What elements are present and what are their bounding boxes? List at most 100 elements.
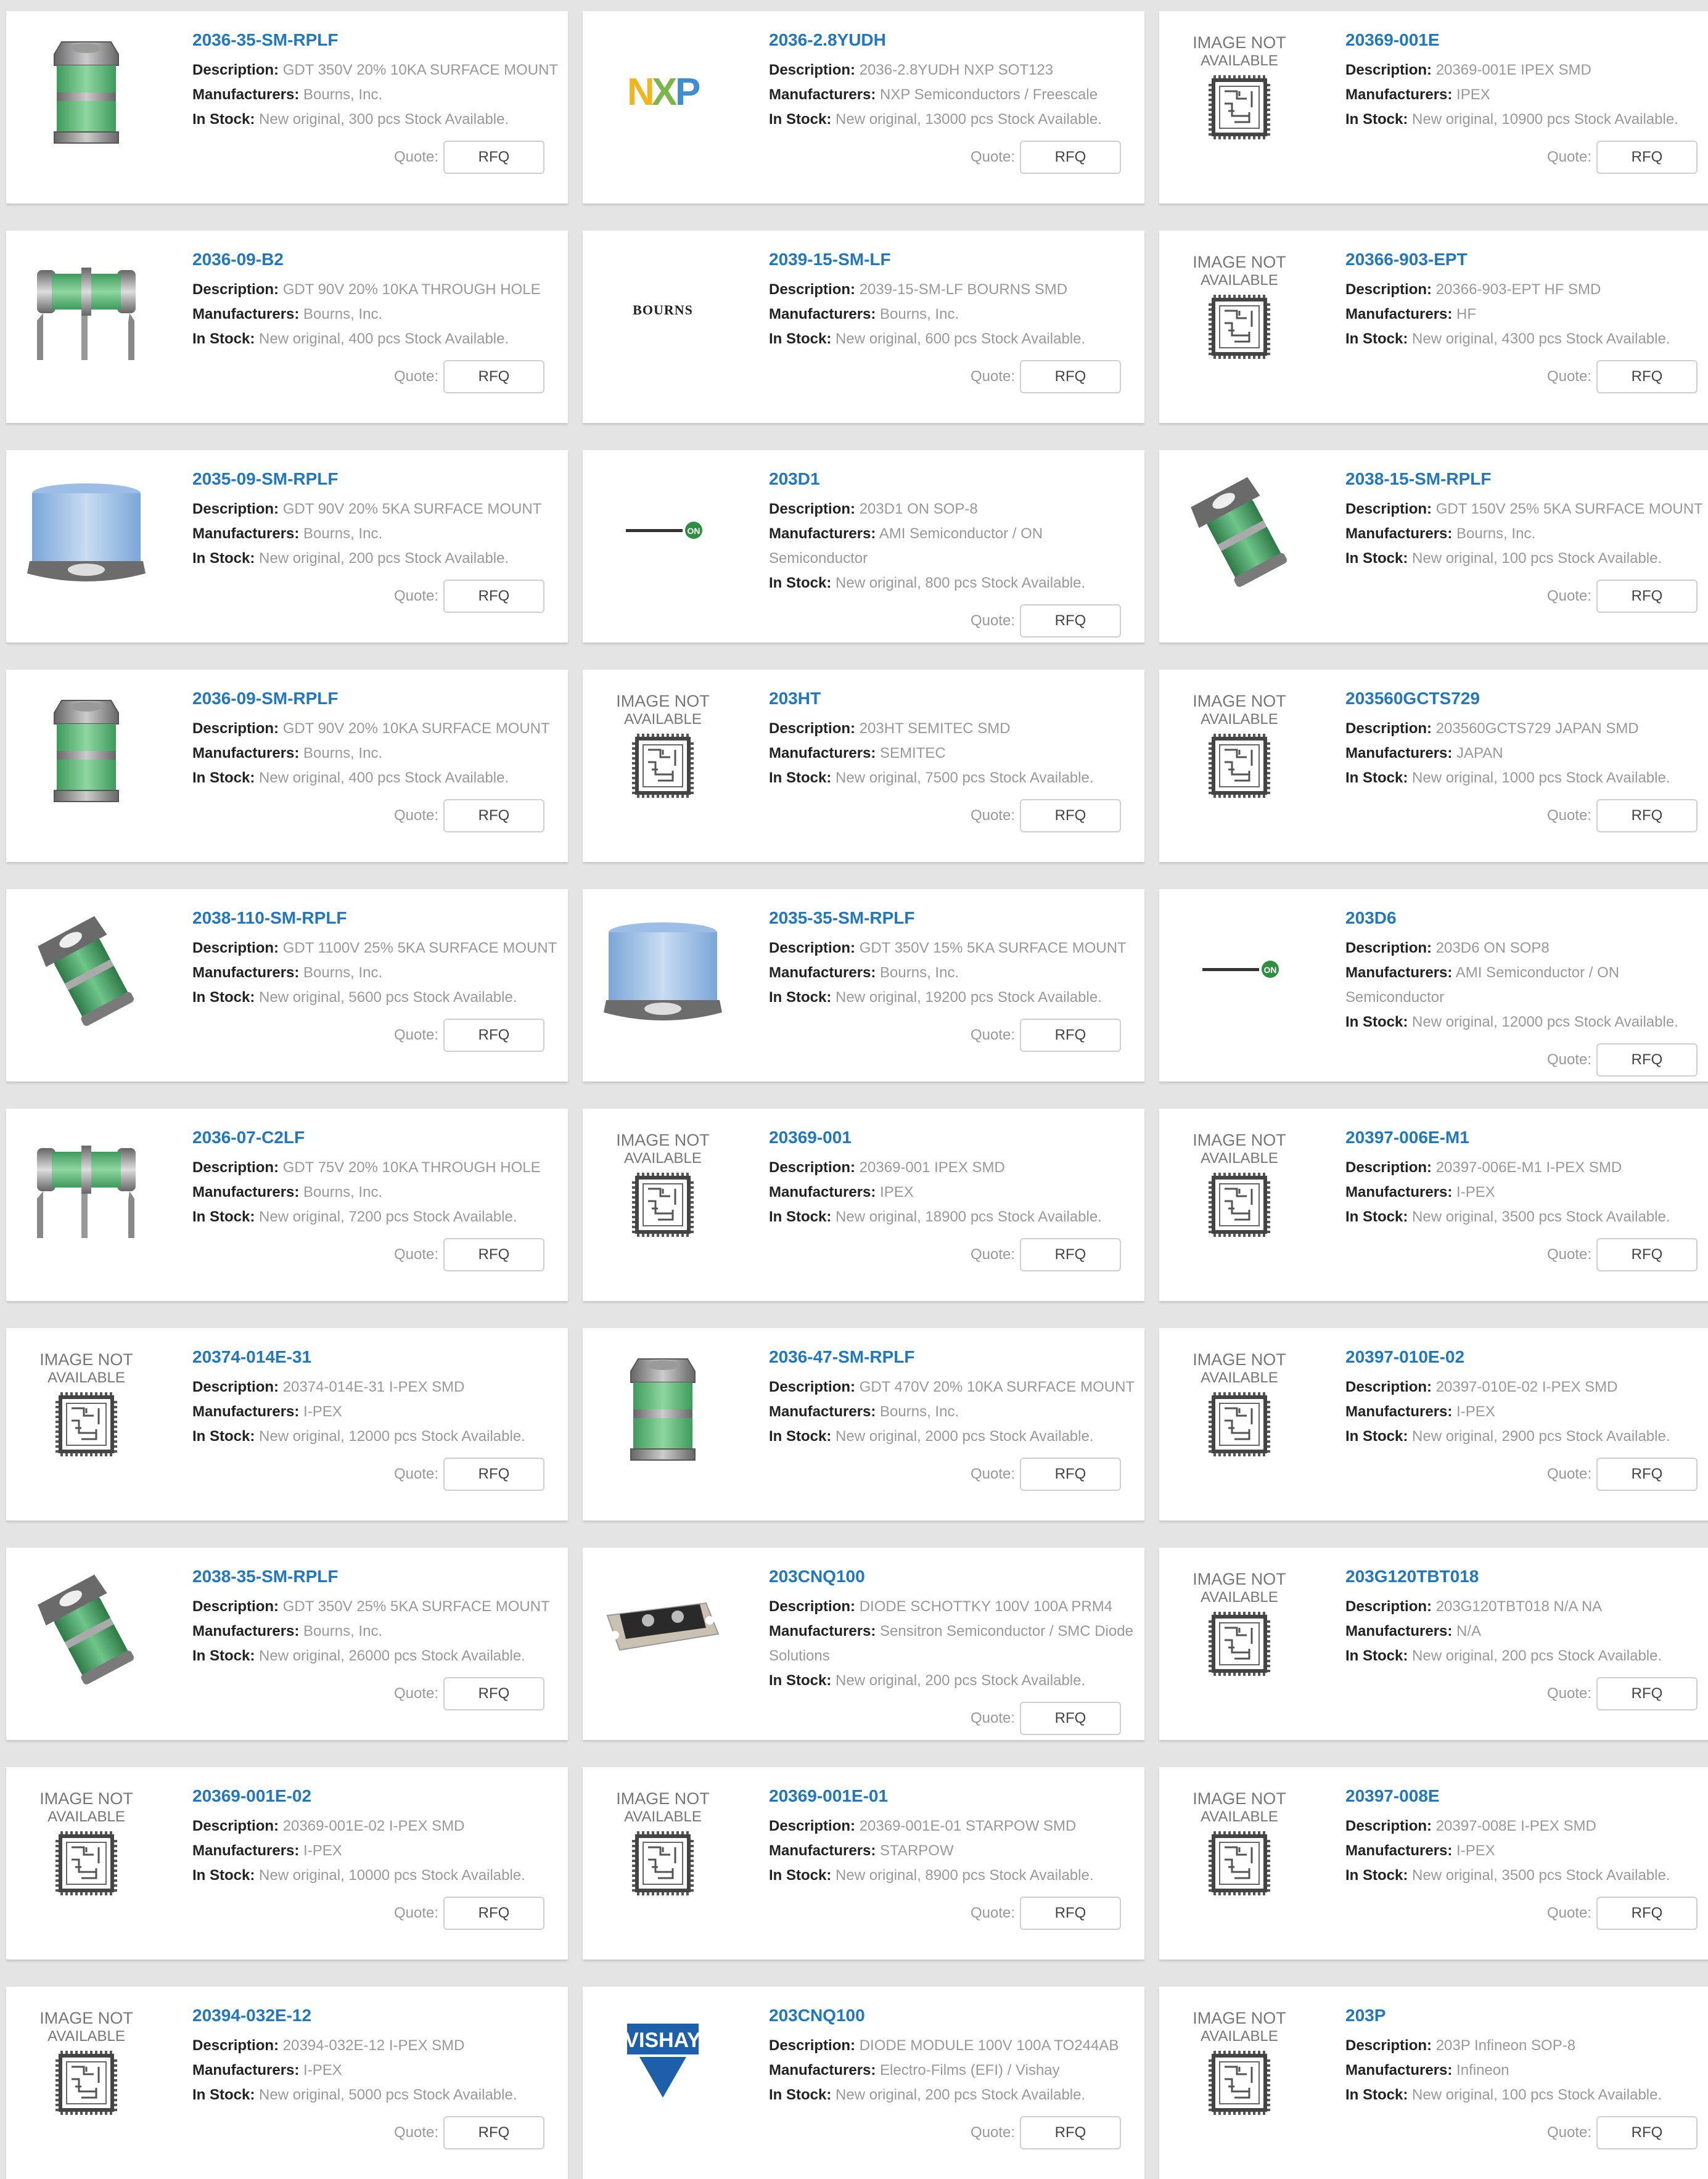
- description-row: Description: GDT 75V 20% 10KA THROUGH HO…: [192, 1155, 565, 1180]
- product-title-link[interactable]: 20374-014E-31: [192, 1347, 565, 1368]
- image-not-available-text: IMAGE NOT: [1193, 1131, 1286, 1149]
- onsemi-logo-image[interactable]: ON: [1178, 908, 1301, 1031]
- rfq-button[interactable]: RFQ: [1020, 2116, 1121, 2149]
- rfq-button[interactable]: RFQ: [1020, 1238, 1121, 1271]
- rfq-button[interactable]: RFQ: [443, 1677, 544, 1710]
- description-value: GDT 150V 25% 5KA SURFACE MOUNT: [1435, 501, 1703, 517]
- product-title-link[interactable]: 20369-001: [769, 1127, 1142, 1148]
- product-title-link[interactable]: 203560GCTS729: [1345, 688, 1708, 709]
- image-not-available-placeholder[interactable]: IMAGE NOT AVAILABLE: [1178, 1786, 1301, 1909]
- rfq-button[interactable]: RFQ: [1596, 360, 1698, 393]
- vishay-logo-image[interactable]: VISHAY: [601, 2005, 725, 2128]
- gdt-green-smd-image[interactable]: [25, 30, 148, 153]
- rfq-button[interactable]: RFQ: [1020, 360, 1121, 393]
- product-title-link[interactable]: 203D1: [769, 469, 1142, 490]
- rfq-button[interactable]: RFQ: [443, 360, 544, 393]
- image-not-available-placeholder[interactable]: IMAGE NOT AVAILABLE: [1178, 249, 1301, 372]
- rfq-button[interactable]: RFQ: [443, 141, 544, 174]
- product-title-link[interactable]: 2036-07-C2LF: [192, 1127, 565, 1148]
- product-title-link[interactable]: 203CNQ100: [769, 1566, 1142, 1587]
- rfq-button[interactable]: RFQ: [443, 1019, 544, 1052]
- image-not-available-placeholder[interactable]: IMAGE NOT AVAILABLE: [1178, 2005, 1301, 2128]
- image-not-available-placeholder[interactable]: IMAGE NOT AVAILABLE: [25, 1786, 148, 1909]
- product-title-link[interactable]: 203HT: [769, 688, 1142, 709]
- image-not-available-placeholder[interactable]: IMAGE NOT AVAILABLE: [1178, 30, 1301, 153]
- rfq-button[interactable]: RFQ: [1596, 1677, 1698, 1710]
- rfq-button[interactable]: RFQ: [1596, 1458, 1698, 1491]
- gdt-green-smd-image[interactable]: [601, 1347, 725, 1470]
- image-not-available-placeholder[interactable]: IMAGE NOT AVAILABLE: [601, 1786, 725, 1909]
- product-title-link[interactable]: 20397-010E-02: [1345, 1347, 1708, 1368]
- rfq-button[interactable]: RFQ: [1020, 141, 1121, 174]
- product-title-link[interactable]: 2038-15-SM-RPLF: [1345, 469, 1708, 490]
- gdt-green-smd-image[interactable]: [25, 688, 148, 811]
- onsemi-logo-image[interactable]: ON: [601, 469, 725, 592]
- product-title-link[interactable]: 20394-032E-12: [192, 2005, 565, 2026]
- rfq-button[interactable]: RFQ: [443, 1897, 544, 1930]
- product-title-link[interactable]: 20369-001E-01: [769, 1786, 1142, 1807]
- rfq-button[interactable]: RFQ: [1596, 799, 1698, 832]
- rfq-button[interactable]: RFQ: [443, 799, 544, 832]
- gdt-green-tilted-image[interactable]: [25, 908, 148, 1031]
- image-not-available-placeholder[interactable]: IMAGE NOT AVAILABLE: [1178, 688, 1301, 811]
- product-info: 2036-09-SM-RPLF Description: GDT 90V 20%…: [192, 688, 565, 832]
- image-not-available-placeholder[interactable]: IMAGE NOT AVAILABLE: [601, 688, 725, 811]
- product-title-link[interactable]: 20397-008E: [1345, 1786, 1708, 1807]
- gdt-green-tilted-image[interactable]: [25, 1566, 148, 1689]
- product-title-link[interactable]: 20369-001E-02: [192, 1786, 565, 1807]
- manufacturer-row: Manufacturers: Bourns, Inc.: [1345, 522, 1708, 546]
- rfq-button[interactable]: RFQ: [1020, 1897, 1121, 1930]
- image-not-available-placeholder[interactable]: IMAGE NOT AVAILABLE: [25, 1347, 148, 1470]
- product-title-link[interactable]: 2035-35-SM-RPLF: [769, 908, 1142, 929]
- gdt-green-tilted-image[interactable]: [1178, 469, 1301, 592]
- image-not-available-placeholder[interactable]: IMAGE NOT AVAILABLE: [1178, 1347, 1301, 1470]
- product-title-link[interactable]: 20366-903-EPT: [1345, 249, 1708, 270]
- rfq-button[interactable]: RFQ: [1020, 1019, 1121, 1052]
- rfq-button[interactable]: RFQ: [443, 2116, 544, 2149]
- product-title-link[interactable]: 2039-15-SM-LF: [769, 249, 1142, 270]
- gdt-green-tht-image[interactable]: [25, 1127, 148, 1250]
- rfq-button[interactable]: RFQ: [1596, 1043, 1698, 1077]
- description-label: Description:: [769, 62, 856, 78]
- diode-module-image[interactable]: [601, 1566, 725, 1689]
- product-title-link[interactable]: 20369-001E: [1345, 30, 1708, 51]
- image-not-available-text: AVAILABLE: [624, 1808, 702, 1825]
- gdt-blue-image[interactable]: [25, 469, 148, 592]
- product-title-link[interactable]: 2036-47-SM-RPLF: [769, 1347, 1142, 1368]
- image-not-available-placeholder[interactable]: IMAGE NOT AVAILABLE: [25, 2005, 148, 2128]
- rfq-button[interactable]: RFQ: [1020, 1458, 1121, 1491]
- nxp-logo-image[interactable]: N X P: [601, 30, 725, 153]
- product-title-link[interactable]: 2035-09-SM-RPLF: [192, 469, 565, 490]
- product-title-link[interactable]: 20397-006E-M1: [1345, 1127, 1708, 1148]
- rfq-button[interactable]: RFQ: [1596, 1238, 1698, 1271]
- gdt-green-tht-image[interactable]: [25, 249, 148, 372]
- product-title-link[interactable]: 2036-35-SM-RPLF: [192, 30, 565, 51]
- rfq-button[interactable]: RFQ: [1596, 141, 1698, 174]
- rfq-button[interactable]: RFQ: [1020, 799, 1121, 832]
- bourns-logo-image[interactable]: BOURNS: [601, 249, 725, 372]
- product-title-link[interactable]: 2038-35-SM-RPLF: [192, 1566, 565, 1587]
- rfq-button[interactable]: RFQ: [1596, 1897, 1698, 1930]
- description-value: 203D6 ON SOP8: [1435, 940, 1550, 956]
- product-title-link[interactable]: 2036-09-B2: [192, 249, 565, 270]
- image-not-available-placeholder[interactable]: IMAGE NOT AVAILABLE: [1178, 1127, 1301, 1250]
- product-title-link[interactable]: 2036-2.8YUDH: [769, 30, 1142, 51]
- quote-row: Quote: RFQ: [769, 1238, 1142, 1271]
- rfq-button[interactable]: RFQ: [1020, 1702, 1121, 1735]
- product-title-link[interactable]: 203P: [1345, 2005, 1708, 2026]
- product-title-link[interactable]: 203CNQ100: [769, 2005, 1142, 2026]
- rfq-button[interactable]: RFQ: [443, 580, 544, 613]
- rfq-button[interactable]: RFQ: [1596, 2116, 1698, 2149]
- rfq-button[interactable]: RFQ: [443, 1238, 544, 1271]
- rfq-button[interactable]: RFQ: [443, 1458, 544, 1491]
- rfq-button[interactable]: RFQ: [1020, 604, 1121, 638]
- image-not-available-placeholder[interactable]: IMAGE NOT AVAILABLE: [1178, 1566, 1301, 1689]
- product-title-link[interactable]: 203D6: [1345, 908, 1708, 929]
- rfq-button[interactable]: RFQ: [1596, 580, 1698, 613]
- gdt-blue-image[interactable]: [601, 908, 725, 1031]
- product-title-link[interactable]: 203G120TBT018: [1345, 1566, 1708, 1587]
- image-not-available-placeholder[interactable]: IMAGE NOT AVAILABLE: [601, 1127, 725, 1250]
- product-title-link[interactable]: 2036-09-SM-RPLF: [192, 688, 565, 709]
- manufacturer-value: I-PEX: [303, 1403, 342, 1420]
- product-title-link[interactable]: 2038-110-SM-RPLF: [192, 908, 565, 929]
